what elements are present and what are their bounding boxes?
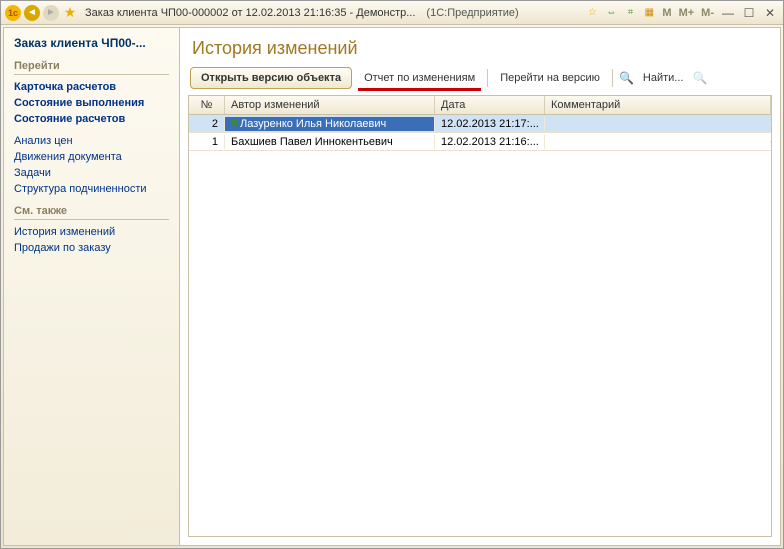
page-title: История изменений bbox=[180, 28, 780, 65]
window-context: (1С:Предприятие) bbox=[426, 7, 518, 19]
cell-comment bbox=[545, 123, 771, 125]
sidebar-item[interactable]: Структура подчиненности bbox=[14, 181, 169, 197]
cell-author: Лазуренко Илья Николаевич bbox=[225, 117, 435, 131]
cell-author: Бахшиев Павел Иннокентьевич bbox=[225, 135, 435, 149]
m-plus-button[interactable]: M+ bbox=[677, 7, 697, 19]
favorite-small-icon[interactable]: ☆ bbox=[584, 5, 600, 21]
calculator-icon[interactable]: ⌗ bbox=[622, 5, 638, 21]
cell-n: 2 bbox=[189, 117, 225, 131]
sidebar-item[interactable]: Анализ цен bbox=[14, 133, 169, 149]
sidebar-item[interactable]: Состояние выполнения bbox=[14, 95, 169, 111]
col-comment[interactable]: Комментарий bbox=[545, 96, 771, 114]
sidebar-item[interactable]: Движения документа bbox=[14, 149, 169, 165]
app-window: 1c ◄ ► ★ Заказ клиента ЧП00-000002 от 12… bbox=[0, 0, 784, 549]
toolbar: Открыть версию объекта Отчет по изменени… bbox=[180, 65, 780, 95]
sidebar-item[interactable]: Задачи bbox=[14, 165, 169, 181]
row-marker-icon bbox=[231, 120, 237, 126]
nav-back-button[interactable]: ◄ bbox=[24, 5, 40, 21]
maximize-button[interactable]: ☐ bbox=[740, 5, 758, 21]
cell-n: 1 bbox=[189, 135, 225, 149]
cell-comment bbox=[545, 141, 771, 143]
col-author[interactable]: Автор изменений bbox=[225, 96, 435, 114]
table-header: № Автор изменений Дата Комментарий bbox=[189, 96, 771, 115]
sidebar-item[interactable]: Карточка расчетов bbox=[14, 79, 169, 95]
goto-version-button[interactable]: Перейти на версию bbox=[494, 68, 606, 88]
titlebar: 1c ◄ ► ★ Заказ клиента ЧП00-000002 от 12… bbox=[1, 1, 783, 25]
cell-date: 12.02.2013 21:17:... bbox=[435, 117, 545, 131]
search-clear-icon[interactable]: 🔍 bbox=[692, 71, 707, 85]
favorite-star-icon[interactable]: ★ bbox=[62, 5, 78, 21]
minimize-button[interactable]: — bbox=[719, 5, 737, 21]
m-button[interactable]: M bbox=[660, 7, 673, 19]
table-row[interactable]: 1Бахшиев Павел Иннокентьевич12.02.2013 2… bbox=[189, 133, 771, 151]
sidebar-section-goto: Перейти bbox=[14, 60, 169, 75]
col-date[interactable]: Дата bbox=[435, 96, 545, 114]
sidebar: Заказ клиента ЧП00-... Перейти Карточка … bbox=[4, 28, 180, 545]
nav-forward-button[interactable]: ► bbox=[43, 5, 59, 21]
cell-date: 12.02.2013 21:16:... bbox=[435, 135, 545, 149]
search-icon: 🔍 bbox=[619, 71, 634, 85]
sidebar-title: Заказ клиента ЧП00-... bbox=[14, 36, 169, 50]
changes-report-button[interactable]: Отчет по изменениям bbox=[358, 68, 481, 88]
find-button[interactable]: Найти... bbox=[637, 68, 690, 88]
table-row[interactable]: 2Лазуренко Илья Николаевич12.02.2013 21:… bbox=[189, 115, 771, 133]
toolbar-separator bbox=[487, 69, 488, 87]
history-table: № Автор изменений Дата Комментарий 2Лазу… bbox=[188, 95, 772, 537]
m-minus-button[interactable]: M- bbox=[699, 7, 716, 19]
open-version-button[interactable]: Открыть версию объекта bbox=[190, 67, 352, 89]
link-icon[interactable]: ⇔ bbox=[603, 5, 619, 21]
calendar-icon[interactable]: ▦ bbox=[641, 5, 657, 21]
window-title: Заказ клиента ЧП00-000002 от 12.02.2013 … bbox=[85, 7, 415, 19]
sidebar-item[interactable]: Продажи по заказу bbox=[14, 240, 169, 256]
close-button[interactable]: ✕ bbox=[761, 5, 779, 21]
sidebar-item[interactable]: Состояние расчетов bbox=[14, 111, 169, 127]
sidebar-item[interactable]: История изменений bbox=[14, 224, 169, 240]
toolbar-separator bbox=[612, 69, 613, 87]
main-panel: История изменений Открыть версию объекта… bbox=[180, 28, 780, 545]
sidebar-section-seealso: См. также bbox=[14, 205, 169, 220]
col-number[interactable]: № bbox=[189, 96, 225, 114]
logo-1c-icon: 1c bbox=[5, 5, 21, 21]
